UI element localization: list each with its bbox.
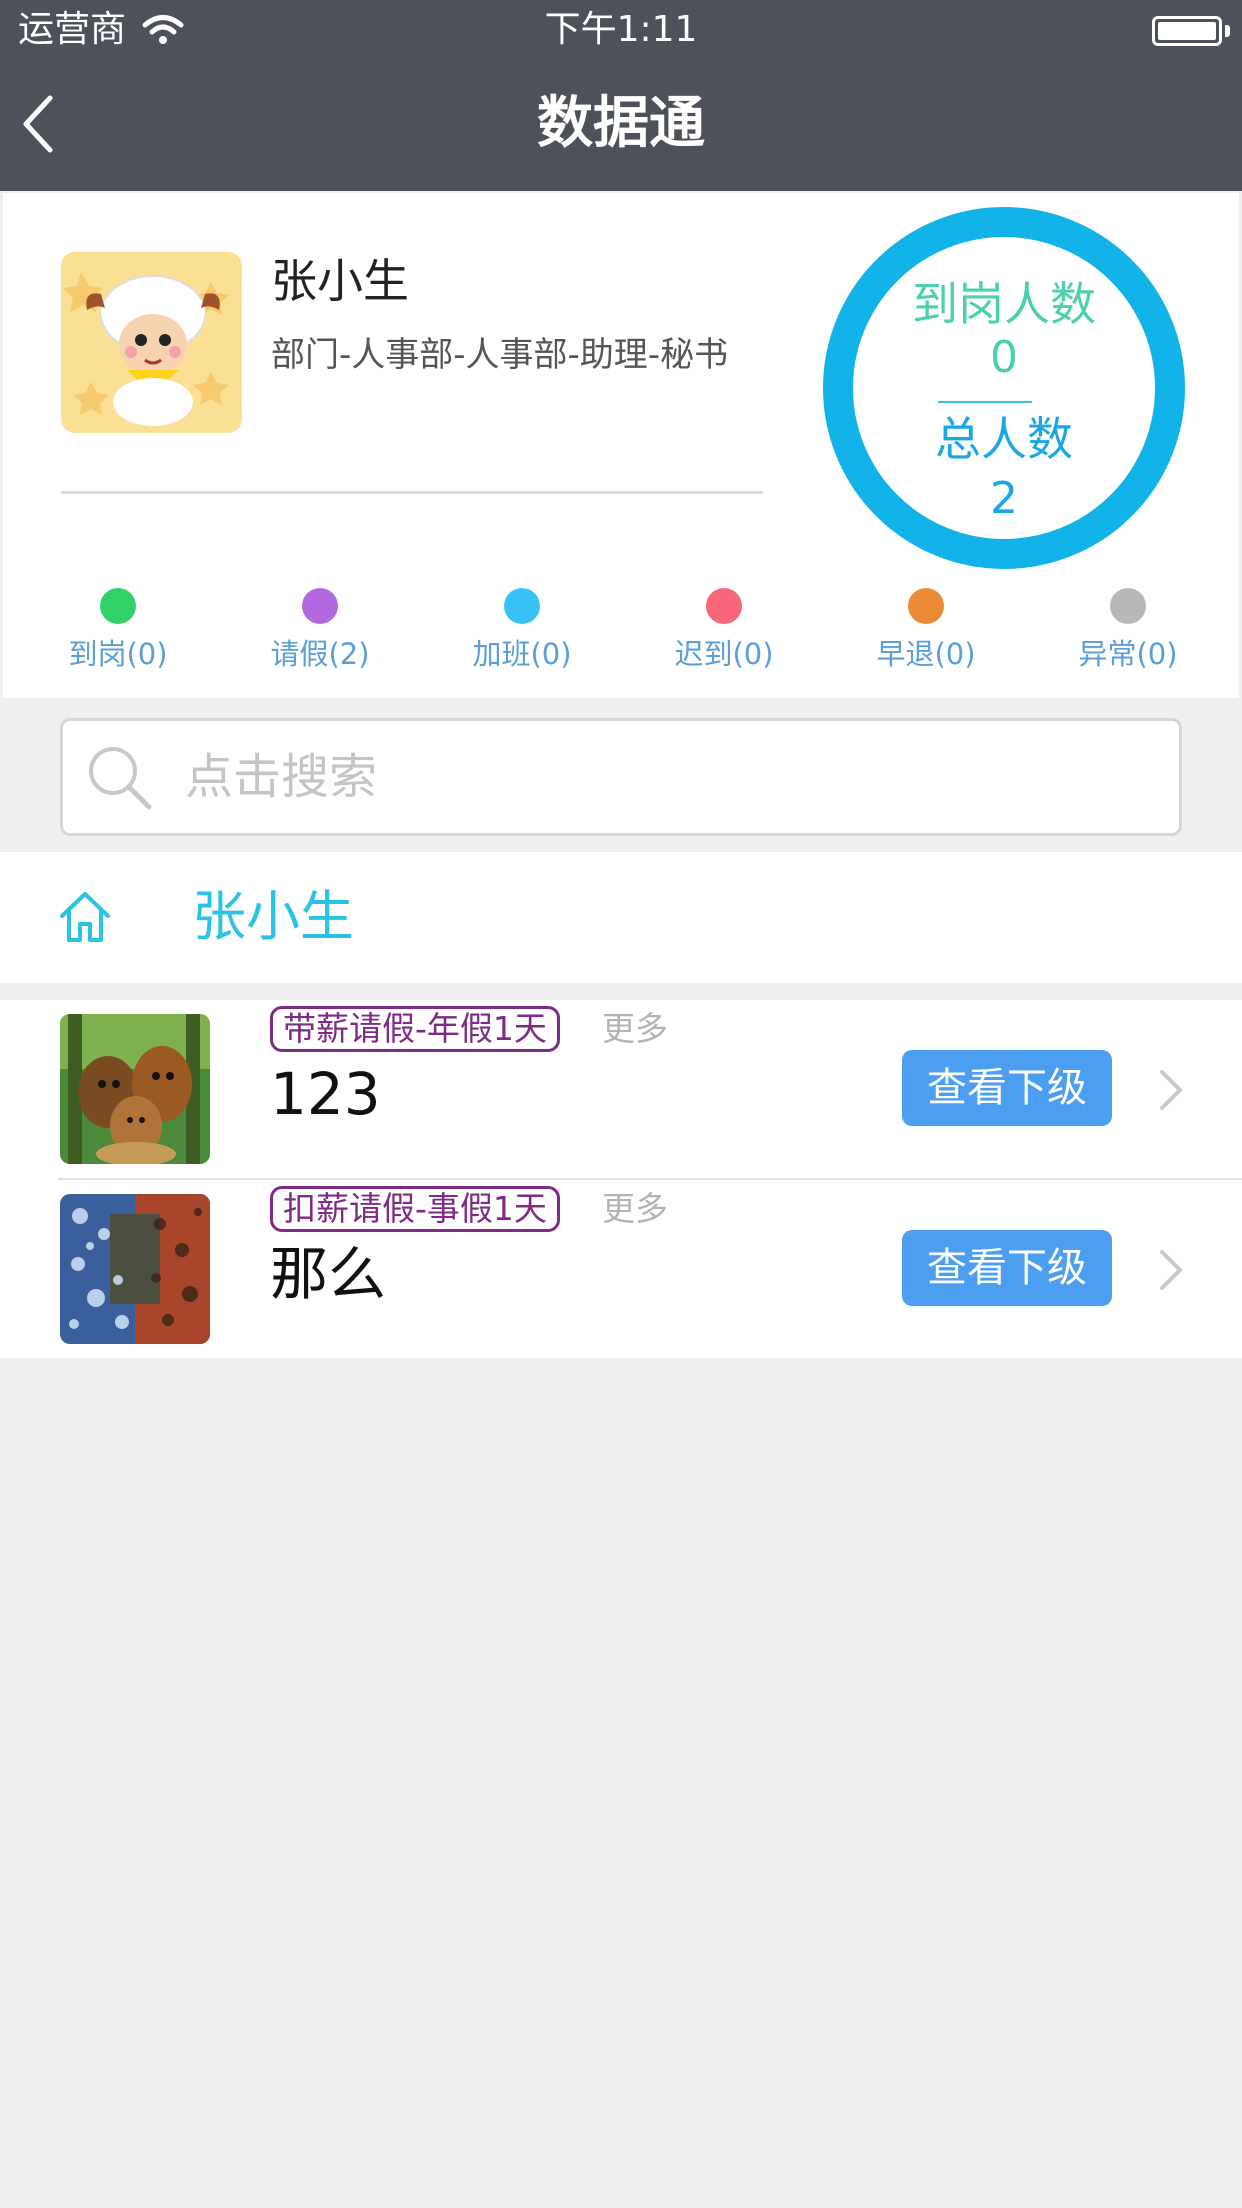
leave-tag: 带薪请假-年假1天 (270, 1006, 560, 1052)
total-count-value: 2 (990, 473, 1018, 524)
raindrops-avatar-image (60, 1194, 210, 1344)
staff-name: 那么 (270, 1240, 387, 1308)
profile-name: 张小生 (271, 254, 409, 308)
legend-dot (100, 588, 136, 624)
legend-label: 请假(2) (270, 637, 370, 671)
chevron-right-icon[interactable] (1158, 1248, 1184, 1292)
sheep-avatar-image (61, 252, 242, 433)
status-time: 下午1:11 (544, 9, 698, 50)
legend-label: 到岗(0) (68, 637, 168, 671)
more-link[interactable]: 更多 (602, 1188, 668, 1230)
staff-list: 带薪请假-年假1天 更多 123 查看下级 扣薪请假-事假1天 更多 那么 查看… (0, 1000, 1242, 1358)
legend-dot (302, 588, 338, 624)
search-box[interactable] (60, 718, 1182, 836)
home-icon[interactable] (58, 890, 112, 944)
profile-department: 部门-人事部-人事部-助理-秘书 (271, 335, 729, 375)
avatar[interactable] (61, 252, 242, 433)
view-subordinates-button[interactable]: 查看下级 (902, 1050, 1112, 1126)
search-input[interactable] (185, 741, 1085, 813)
legend-label: 异常(0) (1078, 637, 1178, 671)
legend-dot (706, 588, 742, 624)
profile-divider (61, 491, 763, 494)
present-count-label: 到岗人数 (912, 277, 1096, 331)
legend-dot (1110, 588, 1146, 624)
bears-avatar-image (60, 1014, 210, 1164)
profile-card: 张小生 部门-人事部-人事部-助理-秘书 到岗人数 0 总人数 2 到岗(0) … (3, 193, 1239, 698)
avatar (60, 1014, 210, 1164)
search-icon (89, 747, 152, 810)
present-count-value: 0 (990, 332, 1018, 383)
legend-item-overtime[interactable]: 加班(0) (422, 588, 622, 674)
legend-item-present[interactable]: 到岗(0) (18, 588, 218, 674)
list-item[interactable]: 扣薪请假-事假1天 更多 那么 查看下级 (0, 1180, 1242, 1358)
legend-item-abnormal[interactable]: 异常(0) (1028, 588, 1228, 674)
legend-dot (504, 588, 540, 624)
legend-label: 迟到(0) (674, 637, 774, 671)
staff-name: 123 (270, 1060, 381, 1128)
status-legend: 到岗(0) 请假(2) 加班(0) 迟到(0) 早退(0) 异常(0) (3, 588, 1239, 678)
more-link[interactable]: 更多 (602, 1008, 668, 1050)
ring-divider (938, 401, 1032, 403)
battery-icon (1152, 16, 1222, 46)
chevron-right-icon[interactable] (1158, 1068, 1184, 1112)
status-bar: 运营商 下午1:11 (0, 0, 1242, 60)
navigation-bar: 运营商 下午1:11 数据通 (0, 0, 1242, 191)
battery-tip (1225, 25, 1230, 37)
total-count-label: 总人数 (935, 412, 1073, 466)
breadcrumb: 张小生 (0, 852, 1242, 983)
page-title: 数据通 (537, 91, 705, 156)
list-item[interactable]: 带薪请假-年假1天 更多 123 查看下级 (0, 1000, 1242, 1180)
avatar (60, 1194, 210, 1344)
legend-label: 加班(0) (472, 637, 572, 671)
breadcrumb-current[interactable]: 张小生 (192, 882, 354, 952)
legend-dot (908, 588, 944, 624)
legend-item-leave[interactable]: 请假(2) (220, 588, 420, 674)
legend-item-early-leave[interactable]: 早退(0) (826, 588, 1026, 674)
leave-tag: 扣薪请假-事假1天 (270, 1186, 560, 1232)
view-subordinates-button[interactable]: 查看下级 (902, 1230, 1112, 1306)
legend-item-late[interactable]: 迟到(0) (624, 588, 824, 674)
legend-label: 早退(0) (876, 637, 976, 671)
